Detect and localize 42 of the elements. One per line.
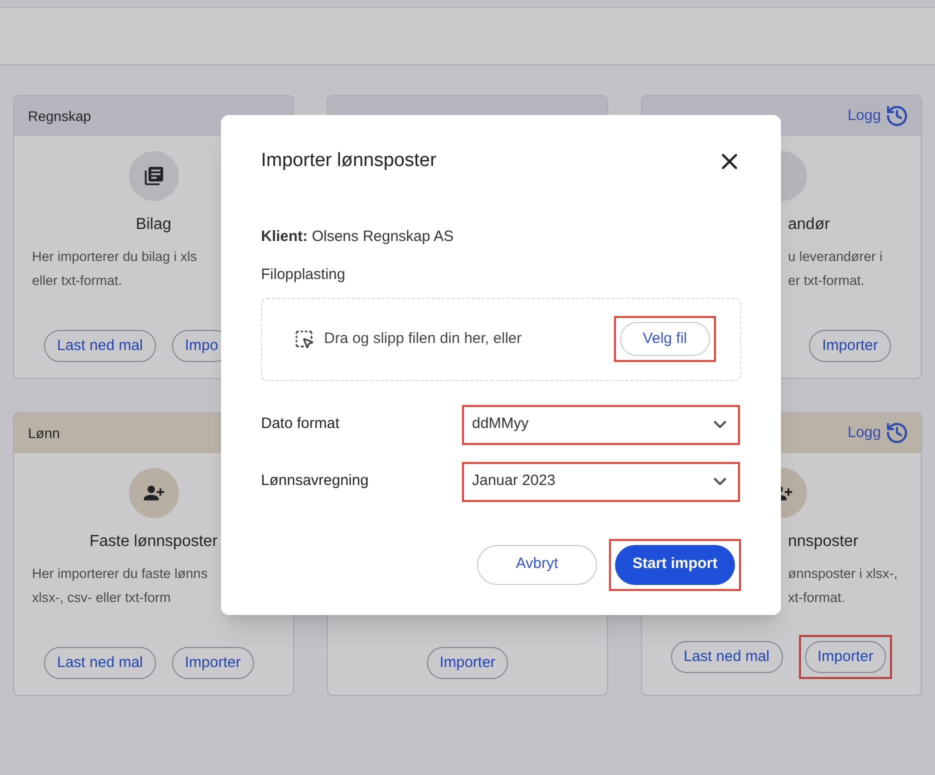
log-link[interactable]: Logg (848, 104, 907, 128)
card-description: ønnsposter i xlsx-, (788, 565, 899, 583)
card-description: xt-format. (788, 589, 846, 607)
category-label: Lønn (28, 424, 60, 442)
drag-drop-icon (294, 329, 314, 349)
dialog-title: Importer lønnsposter (261, 149, 436, 173)
document-stack-icon (142, 165, 164, 187)
card-description: Her importerer du bilag i xls (32, 248, 198, 266)
outline-button[interactable]: Last ned mal (44, 647, 156, 679)
outline-button[interactable]: Importer (172, 647, 254, 679)
card-description: u leverandører i (788, 248, 884, 266)
card-description: er txt-format. (788, 272, 866, 290)
outline-button[interactable]: Last ned mal (44, 330, 156, 362)
dropzone-text: Dra og slipp filen din her, eller (324, 328, 522, 349)
select-field[interactable]: ddMMyy (462, 404, 740, 444)
outline-button[interactable]: Last ned mal (670, 641, 783, 673)
card-description: xlsx-, csv- eller txt-form (32, 589, 172, 607)
upload-label: Filopplasting (261, 265, 346, 285)
chevron-down-icon (714, 421, 726, 428)
close-icon (722, 154, 736, 169)
card-title: andør (787, 215, 831, 235)
select-value: Januar 2023 (472, 471, 556, 492)
client-label: Klient: Olsens Regnskap AS (261, 226, 455, 246)
card-title: nnsposter (787, 532, 860, 552)
dropzone[interactable]: Dra og slipp filen din her, eller Velg fil (261, 298, 741, 380)
outline-button[interactable]: Importer (804, 641, 886, 673)
choose-file-button[interactable]: Velg fil (620, 322, 710, 356)
history-icon (887, 106, 907, 126)
chevron-down-icon (714, 478, 726, 485)
log-link[interactable]: Logg (848, 422, 907, 444)
select-field[interactable]: Januar 2023 (462, 462, 740, 502)
cancel-button[interactable]: Avbryt (477, 544, 597, 584)
field-label: Lønnsavregning (261, 471, 370, 492)
start-import-button[interactable]: Start import (615, 544, 735, 584)
outline-button[interactable]: Importer (426, 647, 508, 679)
history-icon (887, 423, 907, 443)
card-description: Her importerer du faste lønns (32, 565, 209, 583)
card-title: Faste lønnsposter (88, 532, 219, 552)
outline-button[interactable]: Importer (809, 330, 891, 362)
field-label: Dato format (261, 414, 340, 434)
select-value: ddMMyy (472, 414, 529, 434)
category-label: Regnskap (28, 106, 92, 126)
